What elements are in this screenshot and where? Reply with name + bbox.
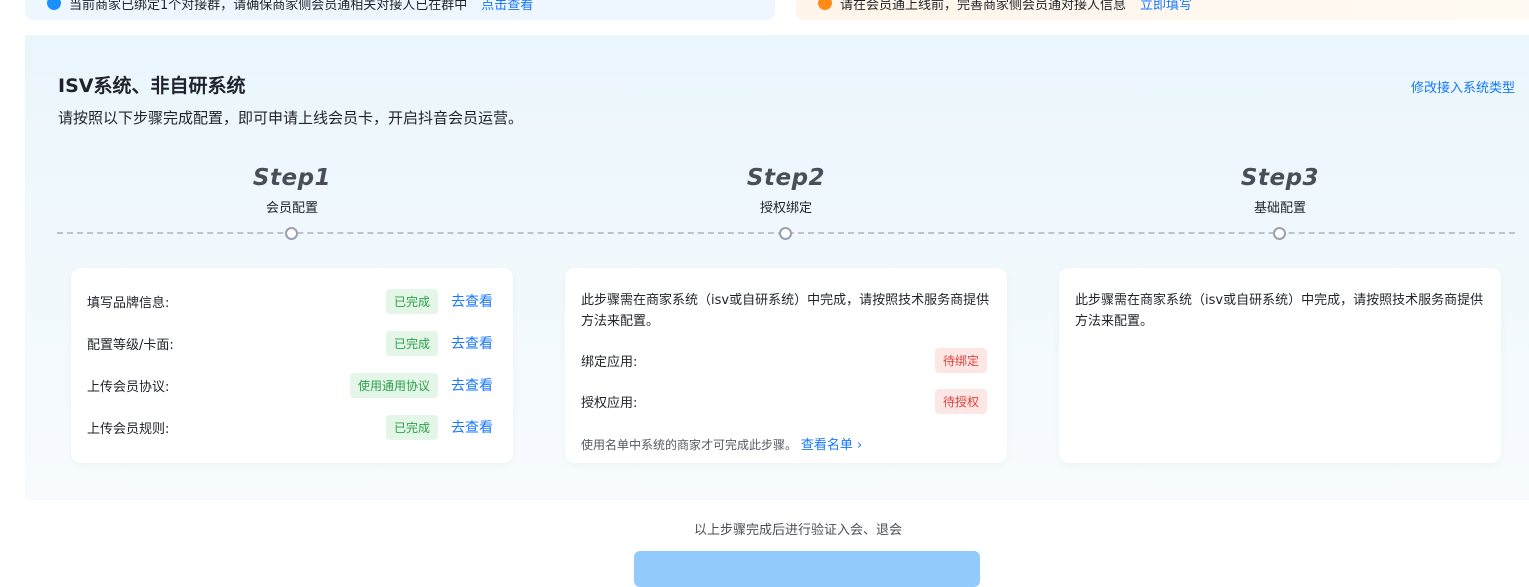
step1-row-brand: 填写品牌信息: 已完成 去查看: [87, 288, 493, 314]
step3-number: Step3: [1240, 165, 1320, 191]
view-list-link[interactable]: 查看名单 ›: [801, 438, 862, 453]
verify-button[interactable]: [634, 551, 980, 587]
step1-dot: [285, 227, 298, 240]
row-label: 绑定应用:: [581, 354, 638, 370]
step3-header: Step3 基础配置: [1180, 165, 1380, 216]
step1-label: 会员配置: [265, 201, 318, 216]
status-badge: 待授权: [934, 388, 987, 414]
warning-icon: [818, 0, 832, 10]
note-text: 使用名单中系统的商家才可完成此步骤。: [581, 438, 798, 452]
row-label: 上传会员规则:: [87, 421, 170, 437]
page-subtitle: 请按照以下步骤完成配置，即可申请上线会员卡，开启抖音会员运营。: [58, 109, 524, 127]
config-panel: ISV系统、非自研系统 请按照以下步骤完成配置，即可申请上线会员卡，开启抖音会员…: [25, 35, 1529, 500]
status-badge: 已完成: [385, 330, 438, 356]
step2-dot: [779, 227, 792, 240]
alert-info-text: 当前商家已绑定1个对接群，请确保商家侧会员通相关对接人已在群中: [69, 0, 468, 13]
row-label: 填写品牌信息:: [87, 295, 170, 311]
view-level-link[interactable]: 去查看: [451, 333, 493, 353]
step2-description: 此步骤需在商家系统（isv或自研系统）中完成，请按照技术服务商提供方法来配置。: [581, 293, 990, 329]
alert-info-bar: 当前商家已绑定1个对接群，请确保商家侧会员通相关对接人已在群中 点击查看: [25, 0, 775, 20]
alert-warning-link[interactable]: 立即填写: [1140, 0, 1192, 13]
status-badge: 已完成: [385, 288, 438, 314]
step2-row-bind: 绑定应用: 待绑定: [581, 347, 987, 373]
row-label: 授权应用:: [581, 395, 638, 411]
step3-card: 此步骤需在商家系统（isv或自研系统）中完成，请按照技术服务商提供方法来配置。: [1059, 268, 1501, 463]
alert-info-link[interactable]: 点击查看: [481, 0, 533, 13]
status-badge: 使用通用协议: [349, 372, 438, 398]
step2-label: 授权绑定: [759, 201, 812, 216]
page-title: ISV系统、非自研系统: [58, 75, 246, 97]
step2-card: 此步骤需在商家系统（isv或自研系统）中完成，请按照技术服务商提供方法来配置。 …: [565, 268, 1007, 463]
row-label: 上传会员协议:: [87, 379, 170, 395]
step3-label: 基础配置: [1253, 201, 1306, 216]
step2-number: Step2: [746, 165, 826, 191]
step1-number: Step1: [252, 165, 332, 191]
info-icon: [47, 0, 61, 10]
view-rules-link[interactable]: 去查看: [451, 417, 493, 437]
step2-header: Step2 授权绑定: [686, 165, 886, 216]
alert-warning-text: 请在会员通上线前，完善商家侧会员通对接人信息: [840, 0, 1127, 13]
step2-row-auth: 授权应用: 待授权: [581, 388, 987, 414]
step3-dot: [1273, 227, 1286, 240]
step1-card: 填写品牌信息: 已完成 去查看 配置等级/卡面: 已完成 去查看 上传会员协议:…: [71, 268, 513, 463]
row-label: 配置等级/卡面:: [87, 337, 174, 353]
footer-hint: 以上步骤完成后进行验证入会、退会: [693, 523, 902, 538]
view-brand-link[interactable]: 去查看: [451, 291, 493, 311]
status-badge: 已完成: [385, 414, 438, 440]
step3-description: 此步骤需在商家系统（isv或自研系统）中完成，请按照技术服务商提供方法来配置。: [1075, 293, 1484, 329]
status-badge: 待绑定: [934, 347, 987, 373]
step1-row-level: 配置等级/卡面: 已完成 去查看: [87, 330, 493, 356]
step2-note: 使用名单中系统的商家才可完成此步骤。 查看名单 ›: [581, 434, 862, 453]
modify-system-type-link[interactable]: 修改接入系统类型: [1411, 77, 1515, 96]
alert-warning-bar: 请在会员通上线前，完善商家侧会员通对接人信息 立即填写: [796, 0, 1529, 20]
step1-row-rules: 上传会员规则: 已完成 去查看: [87, 414, 493, 440]
step1-header: Step1 会员配置: [192, 165, 392, 216]
view-agreement-link[interactable]: 去查看: [451, 375, 493, 395]
step1-row-agreement: 上传会员协议: 使用通用协议 去查看: [87, 372, 493, 398]
